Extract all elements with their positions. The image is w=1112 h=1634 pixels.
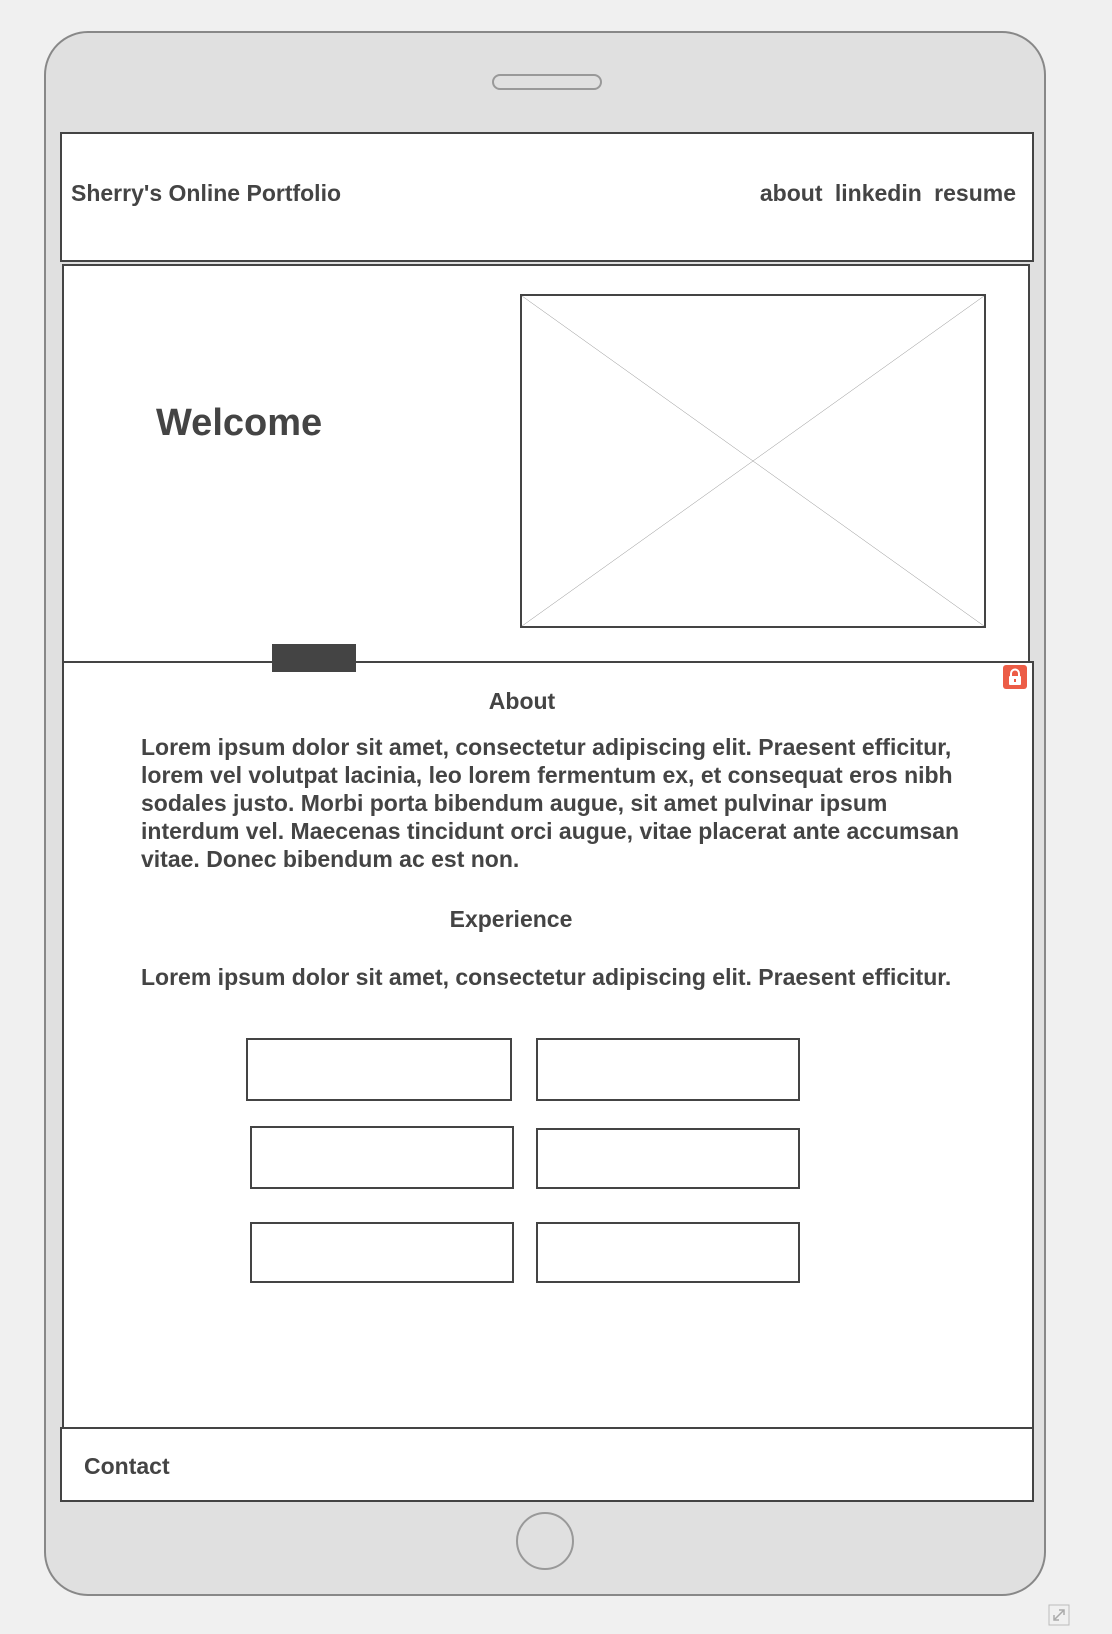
about-heading: About bbox=[488, 688, 556, 714]
site-footer bbox=[60, 1427, 1034, 1502]
nav-link-resume[interactable]: resume bbox=[934, 180, 1016, 206]
tablet-speaker bbox=[492, 74, 602, 90]
nav-link-about[interactable]: about bbox=[760, 180, 823, 206]
expand-icon[interactable] bbox=[1048, 1604, 1070, 1626]
nav-link-linkedin[interactable]: linkedin bbox=[835, 180, 922, 206]
resize-handle[interactable] bbox=[272, 644, 356, 672]
tablet-home-button[interactable] bbox=[516, 1512, 574, 1570]
hero-heading: Welcome bbox=[156, 402, 323, 444]
image-placeholder-cross bbox=[522, 296, 984, 626]
experience-box[interactable] bbox=[250, 1126, 514, 1189]
experience-box[interactable] bbox=[536, 1038, 800, 1101]
image-placeholder bbox=[520, 294, 986, 628]
lock-icon[interactable] bbox=[1003, 665, 1027, 689]
site-title[interactable]: Sherry's Online Portfolio bbox=[71, 180, 341, 207]
experience-heading: Experience bbox=[449, 906, 573, 932]
experience-box[interactable] bbox=[246, 1038, 512, 1101]
experience-box[interactable] bbox=[536, 1128, 800, 1189]
nav-links: about linkedin resume bbox=[754, 180, 1016, 207]
about-paragraph: Lorem ipsum dolor sit amet, consectetur … bbox=[141, 734, 960, 872]
experience-paragraph: Lorem ipsum dolor sit amet, consectetur … bbox=[141, 964, 952, 990]
contact-link[interactable]: Contact bbox=[84, 1453, 170, 1480]
experience-box[interactable] bbox=[250, 1222, 514, 1283]
experience-box[interactable] bbox=[536, 1222, 800, 1283]
